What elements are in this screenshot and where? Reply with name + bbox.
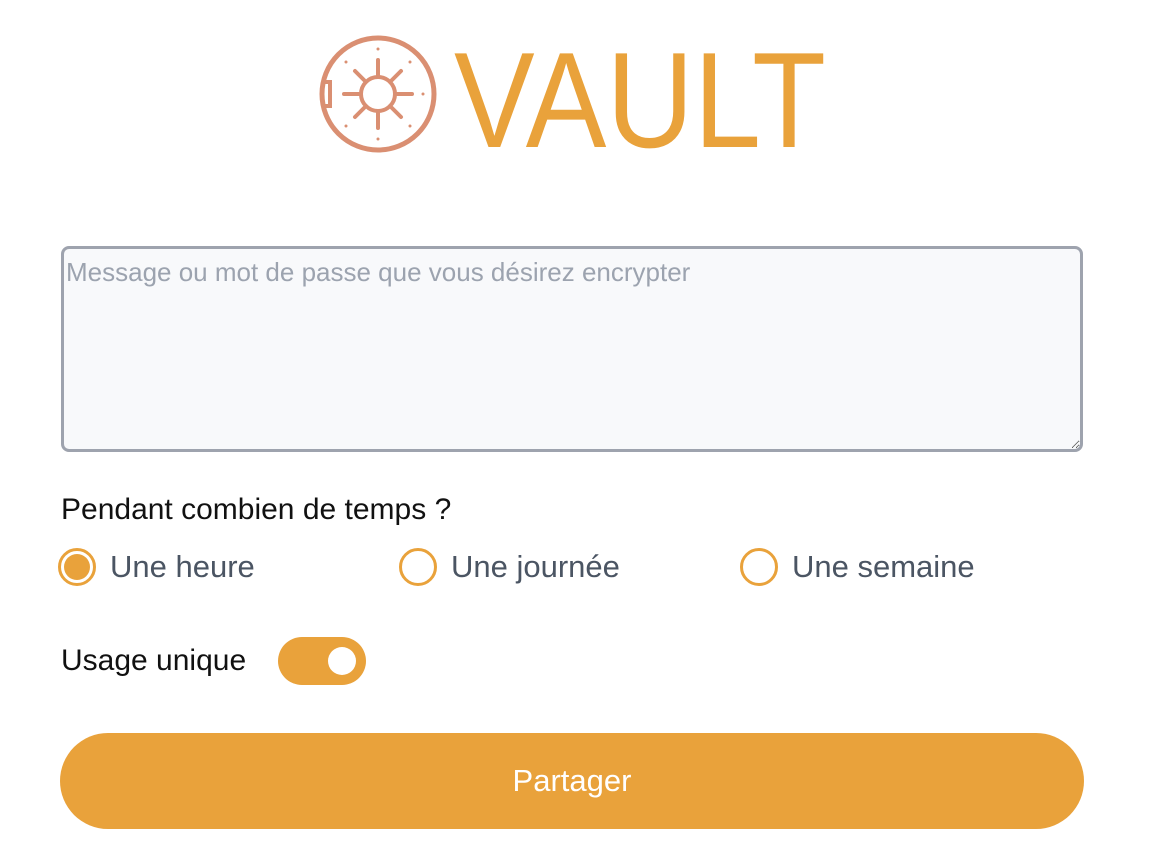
single-use-toggle[interactable]: [278, 637, 367, 685]
radio-label: Une semaine: [792, 549, 975, 584]
radio-option-one-week[interactable]: Une semaine: [740, 545, 975, 589]
vault-logo: VAULT: [316, 30, 836, 160]
radio-option-one-day[interactable]: Une journée: [399, 545, 620, 589]
share-button[interactable]: Partager: [60, 733, 1084, 829]
toggle-knob: [328, 647, 357, 675]
radio-option-one-hour[interactable]: Une heure: [58, 545, 255, 589]
duration-radio-group: Une heure Une journée Une semaine: [58, 545, 1088, 589]
single-use-row: Usage unique: [61, 636, 367, 686]
radio-button-checked[interactable]: [58, 548, 96, 586]
duration-label: Pendant combien de temps ?: [61, 493, 452, 526]
message-input[interactable]: [61, 246, 1083, 452]
radio-label: Une heure: [110, 549, 255, 584]
radio-selected-dot: [64, 554, 90, 580]
radio-button[interactable]: [740, 548, 778, 586]
radio-button[interactable]: [399, 548, 437, 586]
radio-label: Une journée: [451, 549, 620, 584]
vault-dial-icon: [319, 35, 437, 153]
single-use-label: Usage unique: [61, 644, 247, 677]
vault-logo-text: VAULT: [454, 30, 826, 160]
vault-share-page: VAULT Pendant combien de temps ? Une heu…: [0, 0, 1152, 868]
message-field-wrapper: [61, 246, 1083, 452]
